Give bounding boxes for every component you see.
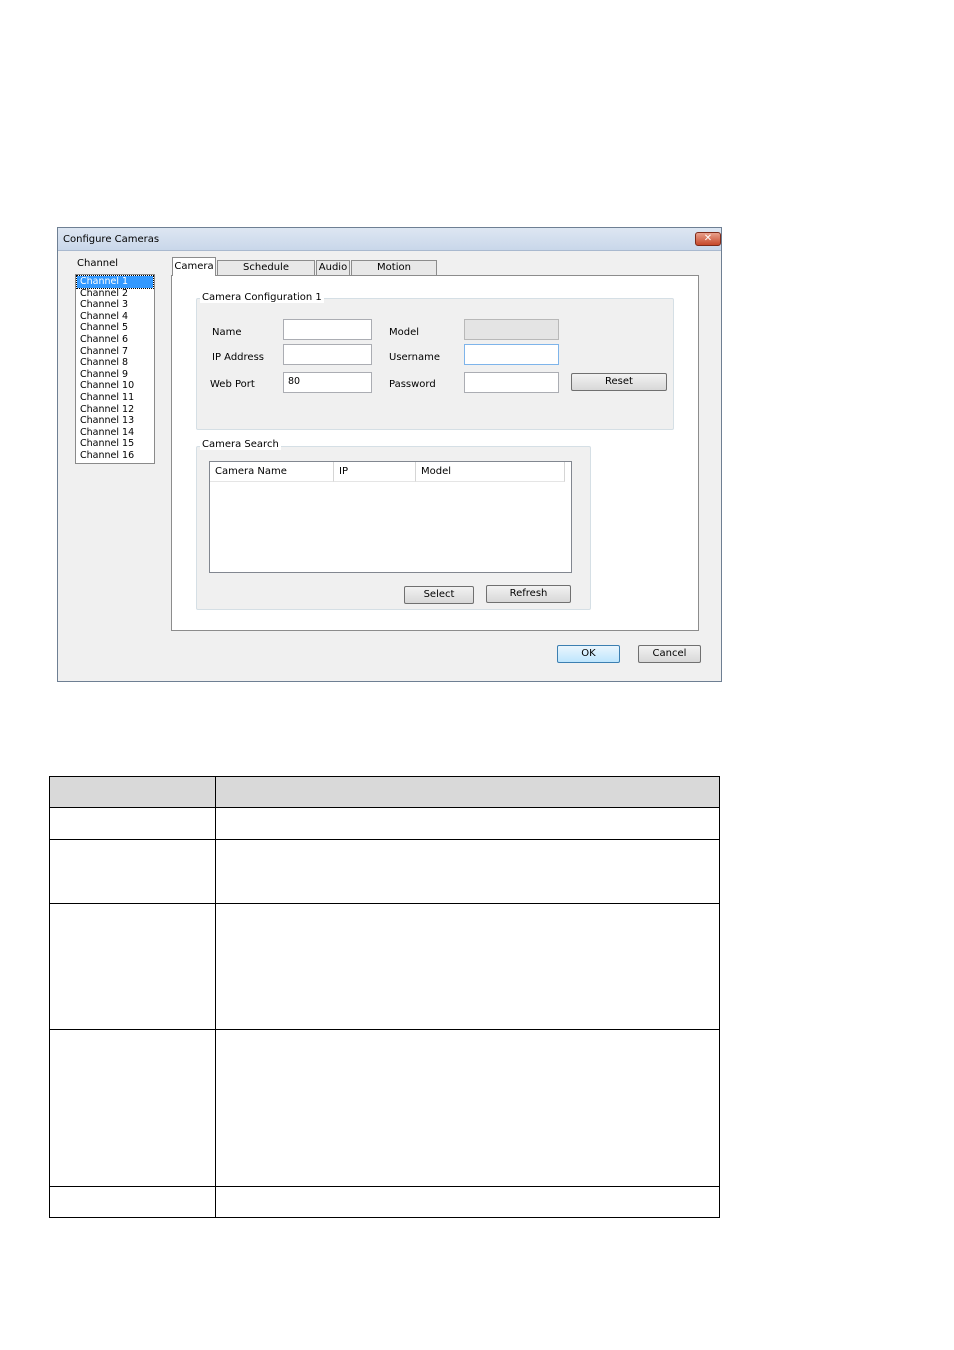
ip-address-input[interactable] [283,344,372,365]
model-field [464,319,559,340]
description-table [49,776,720,1218]
refresh-button-label: Refresh [509,588,548,599]
column-header-ip-label: IP [339,466,348,477]
table-cell [215,807,720,840]
camera-configuration-title: Camera Configuration 1 [200,292,324,303]
model-label: Model [389,327,420,338]
password-label: Password [389,379,436,390]
reset-button-label: Reset [605,376,633,387]
tab-audio-label: Audio [318,262,348,273]
channel-list-item[interactable]: Channel 12 [77,404,153,416]
close-icon: ✕ [703,233,713,244]
name-input[interactable] [283,319,372,340]
column-header-model-label: Model [421,466,452,477]
channel-list-item[interactable]: Channel 5 [77,322,153,334]
web-port-input[interactable]: 80 [283,372,372,393]
reset-button[interactable]: Reset [571,373,667,391]
channel-list-item[interactable]: Channel 1 [76,275,154,289]
username-input[interactable] [464,344,559,365]
table-row [49,1186,720,1218]
column-header-ip[interactable]: IP [334,462,416,482]
table-header-cell [49,776,216,808]
select-button-label: Select [423,589,455,600]
table-cell [49,1186,216,1218]
table-header-cell [215,776,720,808]
cancel-button[interactable]: Cancel [638,645,701,663]
tab-camera-label: Camera [174,261,214,272]
camera-search-results-list[interactable]: Camera Name IP Model [209,461,572,573]
table-row [49,839,720,904]
password-input[interactable] [464,372,559,393]
configure-cameras-dialog: Configure Cameras ✕ Channel Channel 1 Cha… [57,227,722,682]
ip-address-label: IP Address [212,352,264,363]
channel-list-item[interactable]: Channel 13 [77,415,153,427]
channel-list[interactable]: Channel 1 Channel 2 Channel 3 Channel 4 Chan… [75,274,155,464]
channel-list-item[interactable]: Channel 9 [77,369,153,381]
channel-list-item[interactable]: Channel 16 [77,450,153,462]
tab-audio[interactable]: Audio [316,260,350,275]
channel-list-item[interactable]: Channel 2 [77,288,153,300]
channel-list-item[interactable]: Channel 11 [77,392,153,404]
table-cell [49,807,216,840]
table-row [49,807,720,840]
cancel-button-label: Cancel [652,648,687,659]
tab-camera[interactable]: Camera [172,257,216,276]
table-row [49,903,720,1030]
name-label: Name [212,327,242,338]
refresh-button[interactable]: Refresh [486,585,571,603]
tab-motion-recording[interactable]: Motion Recording [351,260,437,287]
table-cell [49,839,216,904]
table-cell [49,903,216,1030]
ok-button[interactable]: OK [557,645,620,663]
table-cell [49,1029,216,1187]
channel-list-item[interactable]: Channel 10 [77,380,153,392]
channel-label: Channel [77,258,119,269]
table-cell [215,903,720,1030]
ok-button-label: OK [581,648,596,659]
table-row [49,1029,720,1187]
camera-tab-panel: Camera Configuration 1 Name Model IP Add… [171,275,699,631]
column-header-camera-name[interactable]: Camera Name [210,462,334,482]
camera-configuration-group [196,298,674,430]
channel-list-item[interactable]: Channel 3 [77,299,153,311]
column-header-camera-name-label: Camera Name [215,466,287,477]
table-header-row [49,776,720,808]
title-bar[interactable]: Configure Cameras ✕ [58,228,721,251]
channel-list-item[interactable]: Channel 8 [77,357,153,369]
channel-list-item[interactable]: Channel 15 [77,438,153,450]
table-cell [215,1029,720,1187]
web-port-label: Web Port [210,379,255,390]
dialog-title: Configure Cameras [63,234,160,245]
table-cell [215,1186,720,1218]
channel-list-item[interactable]: Channel 4 [77,311,153,323]
tab-schedule-recording[interactable]: Schedule Recording [217,260,315,287]
select-button[interactable]: Select [404,586,474,604]
column-header-model[interactable]: Model [416,462,565,482]
channel-list-item[interactable]: Channel 7 [77,346,153,358]
username-label: Username [389,352,440,363]
channel-list-item[interactable]: Channel 6 [77,334,153,346]
table-cell [215,839,720,904]
close-button[interactable]: ✕ [695,232,721,246]
camera-search-title: Camera Search [200,439,281,450]
channel-list-item[interactable]: Channel 14 [77,427,153,439]
